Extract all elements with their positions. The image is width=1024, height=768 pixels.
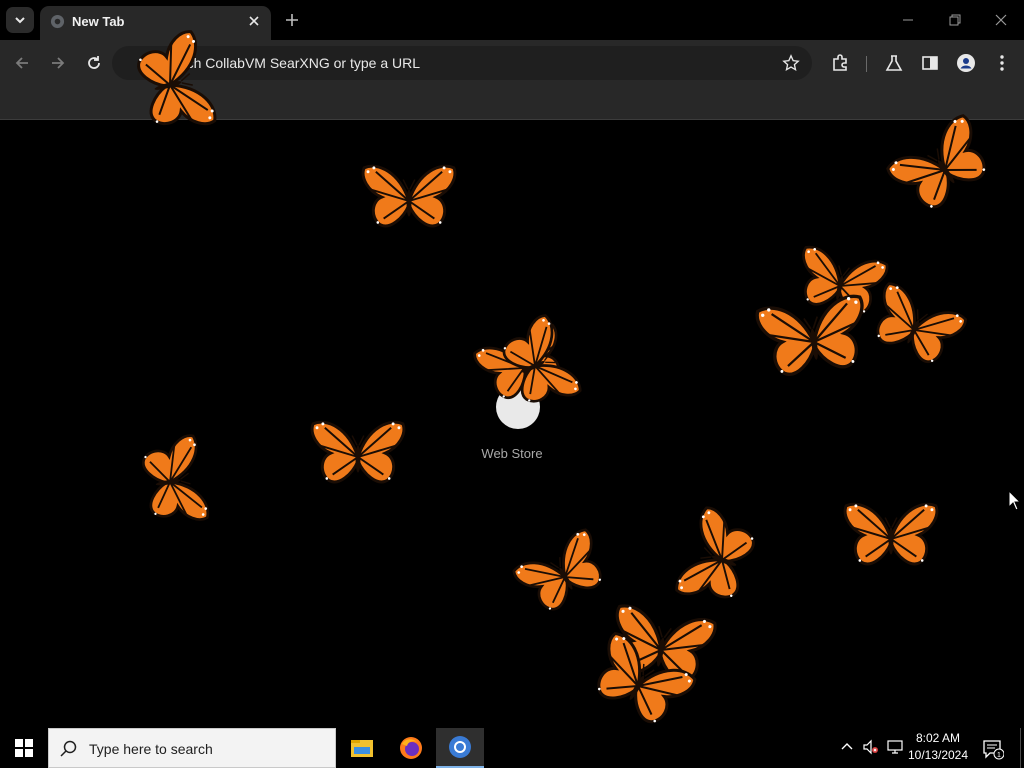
search-icon [60, 740, 77, 757]
windows-icon [15, 739, 33, 757]
taskbar-file-explorer[interactable] [338, 728, 386, 768]
file-explorer-icon [351, 740, 373, 757]
toolbar-divider [866, 56, 867, 72]
taskbar-search-placeholder: Type here to search [89, 741, 213, 757]
profile-icon[interactable] [956, 53, 976, 73]
notification-count: 1 [997, 752, 1001, 759]
side-panel-icon[interactable] [920, 53, 940, 73]
back-icon[interactable] [12, 53, 32, 73]
network-icon[interactable] [886, 738, 904, 756]
star-icon[interactable] [782, 54, 800, 72]
minimize-icon[interactable] [898, 10, 918, 30]
chevron-up-icon[interactable] [838, 738, 856, 756]
close-icon[interactable] [246, 13, 262, 29]
labs-icon[interactable] [884, 53, 904, 73]
butterfly-decoration [352, 162, 466, 240]
restore-icon[interactable] [945, 10, 965, 30]
chrome-icon [449, 736, 471, 758]
firefox-icon [400, 737, 422, 759]
taskbar-clock[interactable]: 8:02 AM 10/13/2024 [903, 730, 973, 764]
clock-date: 10/13/2024 [907, 748, 969, 762]
taskbar-firefox[interactable] [387, 728, 435, 768]
mouse-cursor-icon [1008, 490, 1022, 511]
taskbar-chrome[interactable] [436, 728, 484, 768]
butterfly-decoration [834, 500, 948, 578]
butterfly-decoration [302, 418, 414, 496]
reload-icon[interactable] [84, 53, 104, 73]
tab-title: New Tab [72, 14, 125, 29]
extensions-icon[interactable] [830, 53, 850, 73]
tab-search-icon [15, 17, 25, 24]
close-window-icon[interactable] [991, 10, 1011, 30]
tab-search-button[interactable] [6, 7, 34, 33]
globe-icon [50, 14, 65, 29]
tab-strip: New Tab [0, 0, 1024, 40]
shortcut-label: Web Store [481, 446, 543, 461]
omnibox[interactable]: Search CollabVM SearXNG or type a URL [112, 46, 812, 80]
new-tab-page: Web Store [0, 121, 1024, 728]
start-button[interactable] [0, 728, 48, 768]
clock-time: 8:02 AM [915, 731, 961, 745]
tab-new-tab[interactable]: New Tab [40, 6, 271, 40]
plus-icon[interactable] [282, 10, 302, 30]
desktop: New Tab Search CollabVM SearXNG or type … [0, 0, 1024, 768]
volume-muted-icon[interactable] [862, 738, 880, 756]
taskbar: Type here to search 8:02 AM 10/13/2024 1 [0, 728, 1024, 768]
show-desktop-button[interactable] [1020, 728, 1024, 768]
notification-icon[interactable]: 1 [982, 738, 1004, 760]
taskbar-search[interactable]: Type here to search [48, 728, 336, 768]
forward-icon[interactable] [48, 53, 68, 73]
menu-icon[interactable] [992, 53, 1012, 73]
